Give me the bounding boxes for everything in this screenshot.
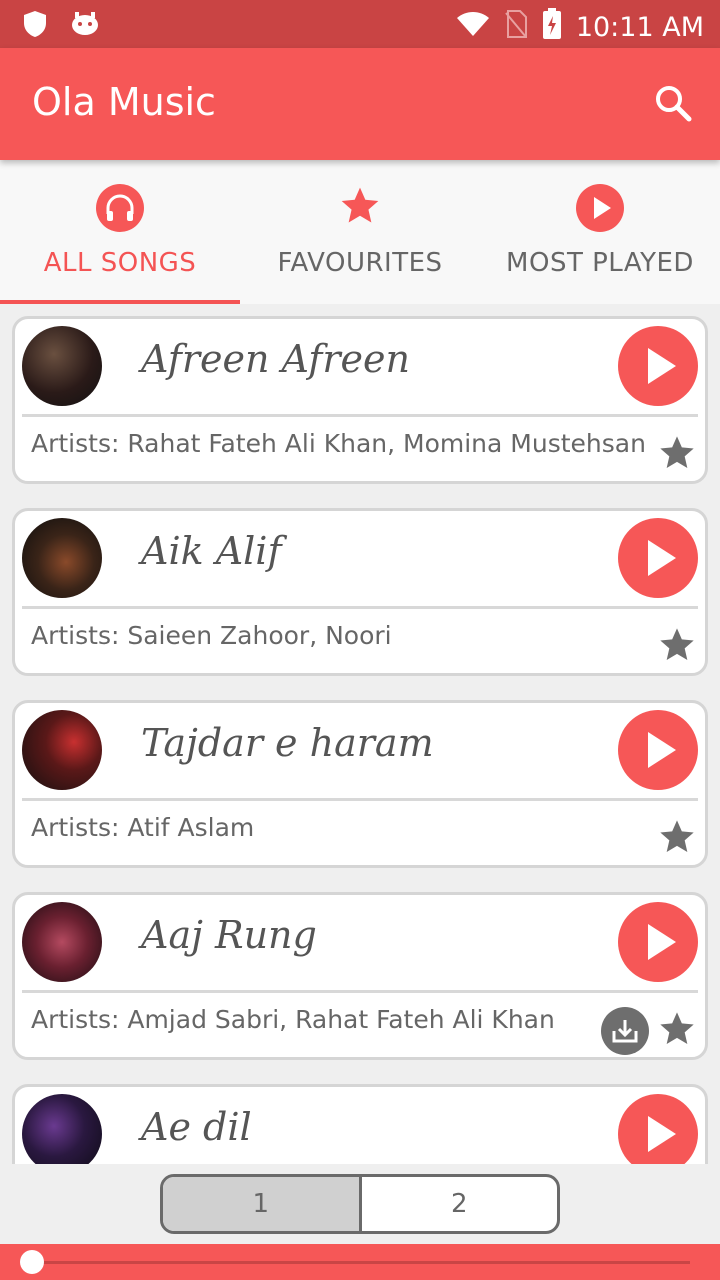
divider xyxy=(22,414,698,417)
favourite-star-icon[interactable] xyxy=(657,1009,697,1053)
song-card[interactable]: Afreen Afreen Artists: Rahat Fateh Ali K… xyxy=(12,316,708,484)
song-card[interactable]: Tajdar e haram Artists: Atif Aslam xyxy=(12,700,708,868)
favourite-star-icon[interactable] xyxy=(657,625,697,669)
play-button[interactable] xyxy=(618,902,698,982)
divider xyxy=(22,798,698,801)
song-title: Aik Alif xyxy=(141,529,282,573)
song-card[interactable]: Aaj Rung Artists: Amjad Sabri, Rahat Fat… xyxy=(12,892,708,1060)
song-artists: Artists: Atif Aslam xyxy=(31,813,255,842)
song-artists: Artists: Saieen Zahoor, Noori xyxy=(31,621,392,650)
status-bar: 10:11 AM xyxy=(0,0,720,48)
tab-most-played[interactable]: MOST PLAYED xyxy=(480,160,720,304)
album-art xyxy=(22,710,102,790)
divider xyxy=(22,990,698,993)
song-title: Ae dil xyxy=(141,1105,252,1149)
play-button[interactable] xyxy=(618,518,698,598)
battery-charging-icon xyxy=(542,8,562,47)
shield-icon xyxy=(22,10,48,42)
seek-thumb[interactable] xyxy=(20,1250,44,1274)
favourite-star-icon[interactable] xyxy=(657,433,697,477)
tab-bar: ALL SONGS FAVOURITES MOST PLAYED xyxy=(0,160,720,304)
song-list[interactable]: Afreen Afreen Artists: Rahat Fateh Ali K… xyxy=(0,304,720,1164)
album-art xyxy=(22,326,102,406)
tab-all-songs[interactable]: ALL SONGS xyxy=(0,160,240,304)
seek-track xyxy=(34,1261,690,1264)
app-title: Ola Music xyxy=(32,80,216,124)
page-button-2[interactable]: 2 xyxy=(362,1177,558,1231)
page-button-1[interactable]: 1 xyxy=(163,1177,362,1231)
tab-label: ALL SONGS xyxy=(43,248,197,278)
page-selector: 1 2 xyxy=(160,1174,560,1234)
favourite-star-icon[interactable] xyxy=(657,817,697,861)
star-icon xyxy=(338,184,382,232)
play-button[interactable] xyxy=(618,710,698,790)
song-title: Aaj Rung xyxy=(141,913,317,957)
clock-text: 10:11 AM xyxy=(575,12,704,43)
wifi-icon xyxy=(456,11,490,44)
album-art xyxy=(22,902,102,982)
search-icon[interactable] xyxy=(654,84,692,126)
song-card[interactable]: Aik Alif Artists: Saieen Zahoor, Noori xyxy=(12,508,708,676)
tab-label: MOST PLAYED xyxy=(506,248,694,278)
song-artists: Artists: Amjad Sabri, Rahat Fateh Ali Kh… xyxy=(31,1005,555,1034)
play-button[interactable] xyxy=(618,326,698,406)
song-title: Tajdar e haram xyxy=(141,721,434,765)
tab-favourites[interactable]: FAVOURITES xyxy=(240,160,480,304)
song-title: Afreen Afreen xyxy=(141,337,410,381)
download-icon[interactable] xyxy=(601,1007,649,1055)
play-circle-icon xyxy=(576,184,624,236)
app-bar: Ola Music xyxy=(0,48,720,160)
album-art xyxy=(22,1094,102,1164)
play-button[interactable] xyxy=(618,1094,698,1164)
song-card[interactable]: Ae dil xyxy=(12,1084,708,1164)
headphones-icon xyxy=(96,184,144,236)
album-art xyxy=(22,518,102,598)
tab-label: FAVOURITES xyxy=(277,248,443,278)
player-seek-bar[interactable] xyxy=(0,1244,720,1280)
no-sim-icon xyxy=(504,9,528,46)
song-artists: Artists: Rahat Fateh Ali Khan, Momina Mu… xyxy=(31,429,646,458)
notification-app-icon xyxy=(70,10,100,42)
divider xyxy=(22,606,698,609)
